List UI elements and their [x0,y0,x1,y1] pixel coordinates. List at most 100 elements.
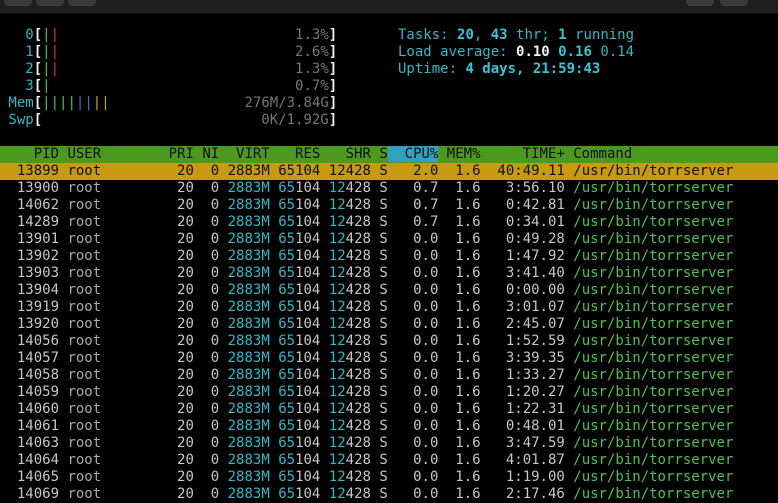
cell-pri: 20 [143,333,194,349]
window-button-close[interactable] [720,0,748,6]
cell-shr: 12428 [320,469,371,485]
cell-res-high: 65 [269,333,296,349]
cell-s: S [370,401,388,417]
window-button-left-2[interactable] [36,0,64,6]
cell-virt: 2883M [219,197,270,213]
uptime-label: Uptime: [398,61,466,77]
cell-res-low: 104 [295,418,321,434]
column-header-shr[interactable]: SHR [320,146,371,162]
column-header-pri[interactable]: PRI [143,146,194,162]
cell-res-low: 104 [295,214,321,230]
meter-bracket-open: [ [33,61,43,77]
window-button-left-1[interactable] [4,0,32,6]
cell-mem: 1.6 [438,333,481,349]
cell-cpu: 0.0 [387,265,439,281]
cell-cmd: /usr/bin/torrserver [564,265,734,281]
cell-s: S [370,248,388,264]
cell-virt: 2883M [219,265,270,281]
column-header-mem[interactable]: MEM% [438,146,481,162]
process-row[interactable]: 13904 root 20 0 2883M 65104 12428 S 0.0 … [0,282,778,299]
cell-s: S [370,435,388,451]
process-row[interactable]: 14058 root 20 0 2883M 65104 12428 S 0.0 … [0,367,778,384]
cell-shr-high: 12 [320,384,346,400]
threads-count: 43 [490,27,508,43]
process-row[interactable]: 14063 root 20 0 2883M 65104 12428 S 0.0 … [0,435,778,452]
process-row[interactable]: 14057 root 20 0 2883M 65104 12428 S 0.0 … [0,350,778,367]
cell-cpu: 0.0 [387,367,439,383]
process-row[interactable]: 14064 root 20 0 2883M 65104 12428 S 0.0 … [0,452,778,469]
process-row[interactable]: 13899 root 20 0 2883M 65104 12428 S 2.0 … [0,163,778,180]
meter-mem: Mem[|||||||| 276M/3.84G] [0,95,337,112]
cell-shr-high: 12 [320,452,346,468]
cell-ni: 0 [193,248,220,264]
cell-user: root [59,316,144,332]
cell-shr-high: 12 [320,214,346,230]
process-row[interactable]: 14069 root 20 0 2883M 65104 12428 S 0.0 … [0,486,778,503]
tasks-count: 20 [457,27,474,43]
cell-shr-low: 428 [345,282,371,298]
cell-virt: 2883M [219,418,270,434]
window-button-left-3[interactable] [68,0,96,6]
window-button-minimize[interactable] [686,0,714,6]
cell-user: root [59,418,144,434]
cell-mem: 1.6 [438,401,481,417]
cell-cpu: 0.0 [387,350,439,366]
column-header-ni[interactable]: NI [194,146,219,162]
column-header-virt[interactable]: VIRT [219,146,270,162]
process-row[interactable]: 13919 root 20 0 2883M 65104 12428 S 0.0 … [0,299,778,316]
column-header-time[interactable]: TIME+ [481,146,565,162]
cell-ni: 0 [193,452,220,468]
cell-time: 1:52.59 [480,333,565,349]
cell-res: 65104 [270,452,320,468]
cell-shr-high: 12 [320,299,346,315]
process-row[interactable]: 14056 root 20 0 2883M 65104 12428 S 0.0 … [0,333,778,350]
cell-shr-high: 12 [320,435,346,451]
cell-shr-low: 428 [345,469,371,485]
cell-res-high: 65 [269,367,296,383]
cell-shr-high: 12 [320,316,346,332]
column-header-res[interactable]: RES [270,146,320,162]
cell-virt: 2883M [219,435,270,451]
cell-virt: 2883M [219,469,270,485]
process-row[interactable]: 14289 root 20 0 2883M 65104 12428 S 0.7 … [0,214,778,231]
cell-s: S [370,418,388,434]
cell-shr-high: 12 [320,248,346,264]
cell-res: 65104 [270,469,320,485]
process-row[interactable]: 14060 root 20 0 2883M 65104 12428 S 0.0 … [0,401,778,418]
process-row[interactable]: 14059 root 20 0 2883M 65104 12428 S 0.0 … [0,384,778,401]
cell-res-high: 65 [269,418,296,434]
process-row[interactable]: 14061 root 20 0 2883M 65104 12428 S 0.0 … [0,418,778,435]
meter-cpu-3: 3[| 0.7%] [0,78,337,95]
process-row[interactable]: 13903 root 20 0 2883M 65104 12428 S 0.0 … [0,265,778,282]
meter-label: 1 [0,44,34,60]
column-header-s[interactable]: S [371,146,387,162]
column-header-pid[interactable]: PID [0,146,59,162]
cell-time: 0:42.81 [480,197,565,213]
process-table-header[interactable]: PID USER PRI NI VIRT RES SHR S CPU% MEM%… [0,146,778,163]
process-row[interactable]: 14065 root 20 0 2883M 65104 12428 S 0.0 … [0,469,778,486]
cell-user: root [59,350,144,366]
meter-bar-segment: | [42,44,51,60]
meter-bracket-open: [ [33,27,43,43]
meter-bracket-close: ] [328,112,338,128]
meter-bar-segment: | [101,95,110,111]
cell-shr-low: 428 [345,214,371,230]
cell-shr-low: 428 [345,350,371,366]
cell-mem: 1.6 [438,299,481,315]
process-row[interactable]: 13902 root 20 0 2883M 65104 12428 S 0.0 … [0,248,778,265]
cell-ni: 0 [193,401,220,417]
running-count: 1 [558,27,567,43]
cell-pri: 20 [143,367,194,383]
process-row[interactable]: 13920 root 20 0 2883M 65104 12428 S 0.0 … [0,316,778,333]
column-header-command[interactable]: Command [565,146,632,162]
meter-bracket-open: [ [33,112,43,128]
process-row[interactable]: 13901 root 20 0 2883M 65104 12428 S 0.0 … [0,231,778,248]
column-header-cpu[interactable]: CPU% [387,146,439,162]
cell-mem: 1.6 [438,214,481,230]
cell-res-high: 65 [269,282,296,298]
process-row[interactable]: 13900 root 20 0 2883M 65104 12428 S 0.7 … [0,180,778,197]
cell-ni: 0 [193,197,220,213]
process-row[interactable]: 14062 root 20 0 2883M 65104 12428 S 0.7 … [0,197,778,214]
column-header-user[interactable]: USER [59,146,143,162]
cell-s: S [370,486,388,502]
